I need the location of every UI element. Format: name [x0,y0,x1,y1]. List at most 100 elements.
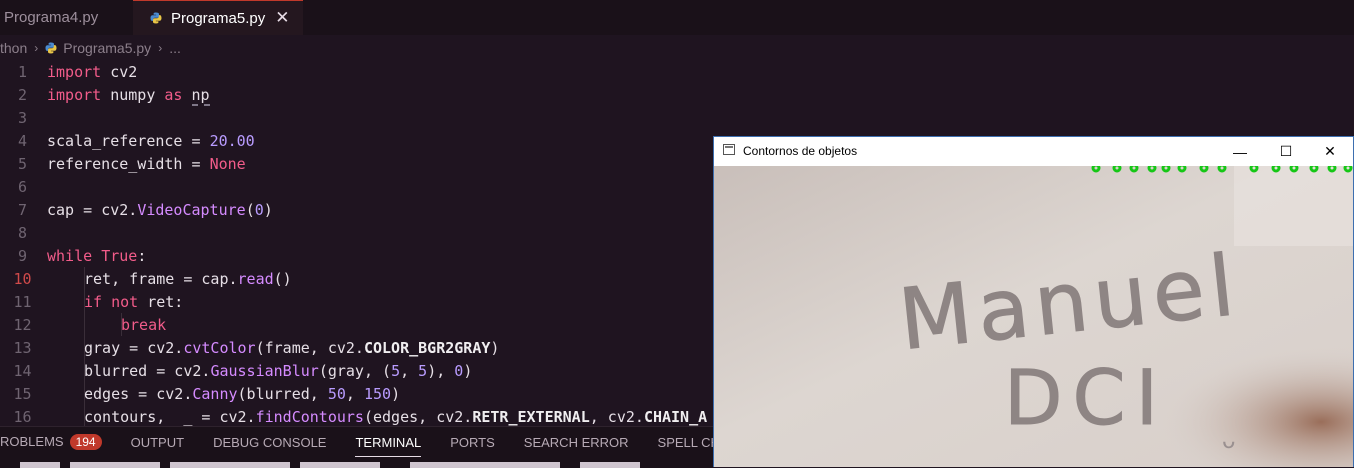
tab-search-error[interactable]: SEARCH ERROR [524,435,629,450]
code-line[interactable]: 8 [0,221,713,244]
number: 0 [454,361,464,380]
camera-image: Manuel DCI ᴗ [714,166,1353,467]
code-line[interactable]: 16 contours, _ = cv2.findContours(edges,… [0,405,713,426]
identifier: contours, _ = cv2. [84,407,256,426]
number: 20.00 [209,131,255,150]
line-number: 9 [17,246,28,265]
operator: = [74,200,102,219]
line-number: 16 [13,407,32,426]
identifier: blurred = cv2. [84,361,211,380]
minimize-button[interactable]: — [1217,137,1263,166]
identifier: edges = cv2. [84,384,193,403]
identifier: gray = cv2. [84,338,184,357]
code-line[interactable]: 2 import numpy as np [0,83,713,106]
tab-debug-console[interactable]: DEBUG CONSOLE [213,435,326,450]
identifier: ret, frame = cap. [84,269,238,288]
code-editor[interactable]: 1 import cv2 2 import numpy as np 3 4 sc… [0,60,713,426]
punct: () [273,269,292,288]
number: 50 [327,384,346,403]
code-line[interactable]: 4 scala_reference = 20.00 [0,129,713,152]
identifier: scala_reference [47,131,183,150]
punct: , [400,361,419,380]
line-number: 7 [17,200,28,219]
camera-frame: Manuel DCI ᴗ [714,166,1353,467]
chevron-right-icon: › [158,41,163,55]
number: 5 [418,361,428,380]
keyword: break [121,315,167,334]
bottom-panel: ROBLEMS 194 OUTPUT DEBUG CONSOLE TERMINAL… [0,426,765,468]
function: read [237,269,274,288]
line-number: 6 [17,177,28,196]
module: cv2. [101,200,138,219]
tab-problems[interactable]: ROBLEMS 194 [0,434,102,450]
number: 0 [254,200,264,219]
identifier: reference_width [47,154,183,173]
code-line[interactable]: 3 [0,106,713,129]
args: (gray, ( [318,361,392,380]
line-number: 8 [17,223,28,242]
close-button[interactable]: ✕ [1307,137,1353,166]
breadcrumb: thon › Programa5.py › ... [0,36,713,60]
code-line[interactable]: 7 cap = cv2.VideoCapture(0) [0,198,713,221]
code-line[interactable]: 6 [0,175,713,198]
args: (frame, cv2. [255,338,364,357]
code-line[interactable]: 13 gray = cv2.cvtColor(frame, cv2.COLOR_… [0,336,713,359]
function: cvtColor [183,338,256,357]
chevron-right-icon: › [34,41,39,55]
constant: COLOR_BGR2GRAY [363,338,491,357]
tab-label: Programa5.py [171,9,266,27]
constant: None [209,154,246,173]
problems-count-badge: 194 [69,434,102,450]
function: VideoCapture [137,200,246,219]
operator: = [182,131,210,150]
tab-programa4[interactable]: Programa4.py [0,0,132,35]
code-line-active[interactable]: 10 ret, frame = cap.read() [0,267,713,290]
code-line[interactable]: 14 blurred = cv2.GaussianBlur(gray, (5, … [0,359,713,382]
tab-terminal[interactable]: TERMINAL [355,435,421,457]
handwriting-dci: DCI [1004,353,1168,442]
constant: CHAIN_A [643,407,708,426]
constant: True [101,246,138,265]
tab-label: ROBLEMS [0,434,64,449]
code-line[interactable]: 12 break [0,313,713,336]
line-number: 11 [13,292,32,311]
close-tab-icon[interactable]: ✕ [275,8,289,28]
panel-tabs: ROBLEMS 194 OUTPUT DEBUG CONSOLE TERMINAL… [0,427,794,457]
identifier-warning: np [191,85,210,106]
breadcrumb-root[interactable]: thon [0,40,27,56]
maximize-button[interactable]: ☐ [1263,137,1309,166]
number: 5 [391,361,401,380]
identifier: cv2 [110,62,138,81]
breadcrumb-more[interactable]: ... [169,40,181,56]
code-line[interactable]: 1 import cv2 [0,60,713,83]
handwriting-doodle: ᴗ [1222,429,1235,454]
keyword: import [47,62,102,81]
tab-output[interactable]: OUTPUT [131,435,184,450]
function: findContours [255,407,364,426]
keyword: not [111,292,139,311]
keyword: import [47,85,102,104]
window-title: Contornos de objetos [743,144,858,158]
code-line[interactable]: 11 if not ret: [0,290,713,313]
line-number: 13 [13,338,32,357]
keyword: as [164,85,183,104]
code-line[interactable]: 15 edges = cv2.Canny(blurred, 50, 150) [0,382,713,405]
window-titlebar[interactable]: Contornos de objetos — ☐ ✕ [714,137,1353,166]
code-line[interactable]: 9 while True: [0,244,713,267]
tab-programa5[interactable]: Programa5.py ✕ [133,0,303,35]
tab-label: Programa4.py [4,9,99,26]
code-line[interactable]: 5 reference_width = None [0,152,713,175]
python-file-icon [150,12,162,24]
tab-ports[interactable]: PORTS [450,435,495,450]
keyword: if [84,292,103,311]
line-number: 3 [17,108,28,127]
editor-tab-bar: Programa4.py Programa5.py ✕ [0,0,1354,35]
identifier: ret: [147,292,184,311]
line-number: 2 [17,85,28,104]
breadcrumb-file[interactable]: Programa5.py [63,40,151,56]
window-app-icon [723,144,735,155]
line-number: 10 [13,269,32,288]
punct: , [436,361,455,380]
line-number: 1 [17,62,28,81]
contours-window[interactable]: Contornos de objetos — ☐ ✕ Manuel DCI ᴗ [713,136,1354,467]
